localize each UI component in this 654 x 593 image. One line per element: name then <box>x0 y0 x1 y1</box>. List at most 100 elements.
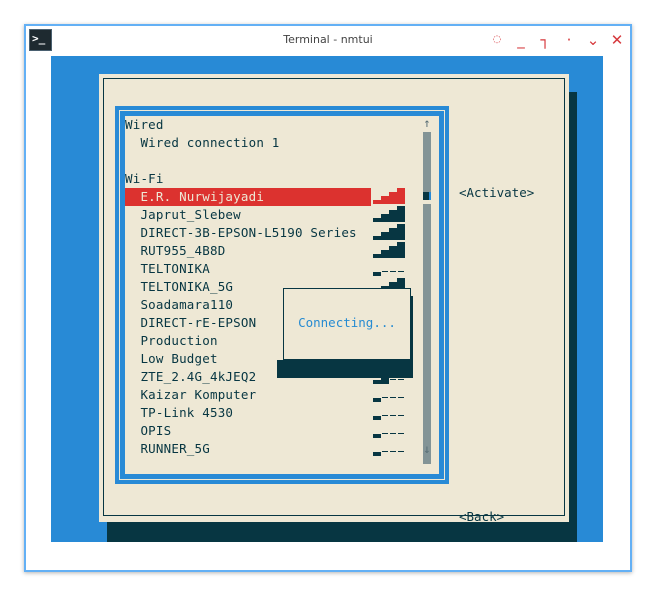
wifi-list-item[interactable]: ZTE_2.4G_4kJEQ2 <box>125 368 256 386</box>
signal-bar-empty <box>390 378 396 380</box>
signal-bar-filled <box>397 188 405 204</box>
signal-bar-filled <box>397 224 405 240</box>
signal-strength-icon <box>373 440 405 458</box>
section-header-wired: Wired <box>125 117 164 132</box>
wifi-ssid: Low Budget <box>140 351 218 366</box>
scroll-down-icon[interactable]: ↓ <box>421 440 433 458</box>
signal-bar-filled <box>389 210 397 222</box>
signal-bar-filled <box>397 206 405 222</box>
wifi-list-item[interactable]: DIRECT-3B-EPSON-L5190 Series <box>125 224 357 242</box>
section-header-wifi: Wi-Fi <box>125 171 164 186</box>
signal-bar-filled <box>389 228 397 240</box>
wifi-list-item[interactable]: Kaizar Komputer <box>125 386 256 404</box>
wifi-list-item[interactable]: RUT955_4B8D <box>125 242 225 260</box>
signal-bar-filled <box>373 452 381 456</box>
title-bar[interactable]: >_ Terminal - nmtui ◌ _ ┐ · ⌄ ✕ <box>26 26 630 56</box>
wifi-ssid: RUNNER_5G <box>140 441 210 456</box>
signal-bar-empty <box>398 414 404 416</box>
connection-name <box>125 135 140 150</box>
wifi-list-item[interactable]: TELTONIKA <box>125 260 210 278</box>
wifi-ssid: DIRECT-3B-EPSON-L5190 Series <box>140 225 357 240</box>
connection-name-text: Wired connection 1 <box>140 135 280 150</box>
signal-bar-empty <box>382 450 388 452</box>
signal-bar-filled <box>373 380 381 384</box>
scrollbar-track-upper[interactable] <box>423 132 431 192</box>
activate-button[interactable]: <Activate> <box>459 184 534 202</box>
signal-bar-empty <box>382 270 388 272</box>
signal-bar-filled <box>381 250 389 258</box>
signal-bar-filled <box>381 196 389 204</box>
wifi-list-item[interactable]: E.R. Nurwijayadi <box>125 188 371 206</box>
list-item[interactable]: Wired connection 1 <box>125 134 280 152</box>
signal-bar-empty <box>390 414 396 416</box>
signal-bar-empty <box>398 450 404 452</box>
connection-list-frame: Wired Wired connection 1 Wi-Fi ↑ ↓ E.R. … <box>115 106 449 484</box>
signal-bar-filled <box>373 434 381 438</box>
signal-bar-empty <box>382 396 388 398</box>
connecting-message: Connecting... <box>298 315 396 330</box>
signal-bar-empty <box>390 450 396 452</box>
signal-bar-filled <box>397 242 405 258</box>
scrollbar-thumb[interactable] <box>423 192 431 200</box>
wifi-ssid: Soadamara110 <box>140 297 234 312</box>
back-button[interactable]: <Back> <box>459 508 504 526</box>
close-icon[interactable]: ✕ <box>608 31 626 49</box>
signal-bar-filled <box>381 232 389 240</box>
shade-icon[interactable]: · <box>560 31 578 49</box>
signal-bar-filled <box>373 200 381 204</box>
signal-bar-filled <box>373 398 381 402</box>
wifi-ssid: Japrut_Slebew <box>140 207 241 222</box>
signal-strength-icon <box>373 422 405 440</box>
wifi-list-item[interactable]: Soadamara110 <box>125 296 233 314</box>
signal-bar-filled <box>389 246 397 258</box>
signal-bar-filled <box>373 254 381 258</box>
signal-bar-empty <box>398 378 404 380</box>
signal-strength-icon <box>373 260 405 278</box>
wifi-ssid: OPIS <box>140 423 172 438</box>
signal-bar-empty <box>382 414 388 416</box>
wifi-list-item[interactable]: TP-Link 4530 <box>125 404 233 422</box>
signal-bar-empty <box>390 432 396 434</box>
maximize-icon[interactable]: ┐ <box>536 31 554 49</box>
sticky-icon[interactable]: ◌ <box>488 31 506 49</box>
signal-bar-empty <box>390 396 396 398</box>
wifi-list-item[interactable]: Low Budget <box>125 350 218 368</box>
wifi-ssid: TP-Link 4530 <box>140 405 234 420</box>
wifi-ssid: TELTONIKA <box>140 261 210 276</box>
signal-bar-filled <box>373 236 381 240</box>
window-controls: ◌ _ ┐ · ⌄ ✕ <box>488 31 626 49</box>
signal-bar-empty <box>390 270 396 272</box>
wifi-ssid: RUT955_4B8D <box>140 243 226 258</box>
wifi-list-item[interactable]: DIRECT-rE-EPSON <box>125 314 256 332</box>
signal-strength-icon <box>373 386 405 404</box>
wifi-list-item[interactable]: Japrut_Slebew <box>125 206 241 224</box>
wifi-list-item[interactable]: Production <box>125 332 218 350</box>
wifi-ssid: Kaizar Komputer <box>140 387 257 402</box>
nmtui-dialog: Wired Wired connection 1 Wi-Fi ↑ ↓ E.R. … <box>99 74 569 524</box>
wifi-ssid: E.R. Nurwijayadi <box>140 189 265 204</box>
signal-bar-empty <box>398 270 404 272</box>
signal-strength-icon <box>373 188 405 206</box>
wifi-list-item[interactable]: OPIS <box>125 422 171 440</box>
signal-bar-empty <box>398 432 404 434</box>
wifi-ssid: Production <box>140 333 218 348</box>
connection-list[interactable]: Wired Wired connection 1 Wi-Fi ↑ ↓ E.R. … <box>125 116 439 474</box>
signal-strength-icon <box>373 404 405 422</box>
scroll-up-icon[interactable]: ↑ <box>421 114 433 132</box>
signal-bar-filled <box>381 214 389 222</box>
signal-strength-icon <box>373 224 405 242</box>
terminal-window: >_ Terminal - nmtui ◌ _ ┐ · ⌄ ✕ Wired Wi… <box>24 24 632 572</box>
menu-icon[interactable]: ⌄ <box>584 31 602 49</box>
minimize-icon[interactable]: _ <box>512 31 530 49</box>
signal-bar-empty <box>382 432 388 434</box>
signal-strength-icon <box>373 242 405 260</box>
wifi-ssid: TELTONIKA_5G <box>140 279 234 294</box>
terminal-area[interactable]: Wired Wired connection 1 Wi-Fi ↑ ↓ E.R. … <box>51 56 603 542</box>
connecting-popup: Connecting... <box>283 288 411 360</box>
scrollbar-track-lower[interactable] <box>423 204 431 464</box>
signal-bar-empty <box>398 396 404 398</box>
wifi-list-item[interactable]: RUNNER_5G <box>125 440 210 458</box>
wifi-ssid: DIRECT-rE-EPSON <box>140 315 257 330</box>
wifi-list-item[interactable]: TELTONIKA_5G <box>125 278 233 296</box>
signal-bar-filled <box>389 192 397 204</box>
